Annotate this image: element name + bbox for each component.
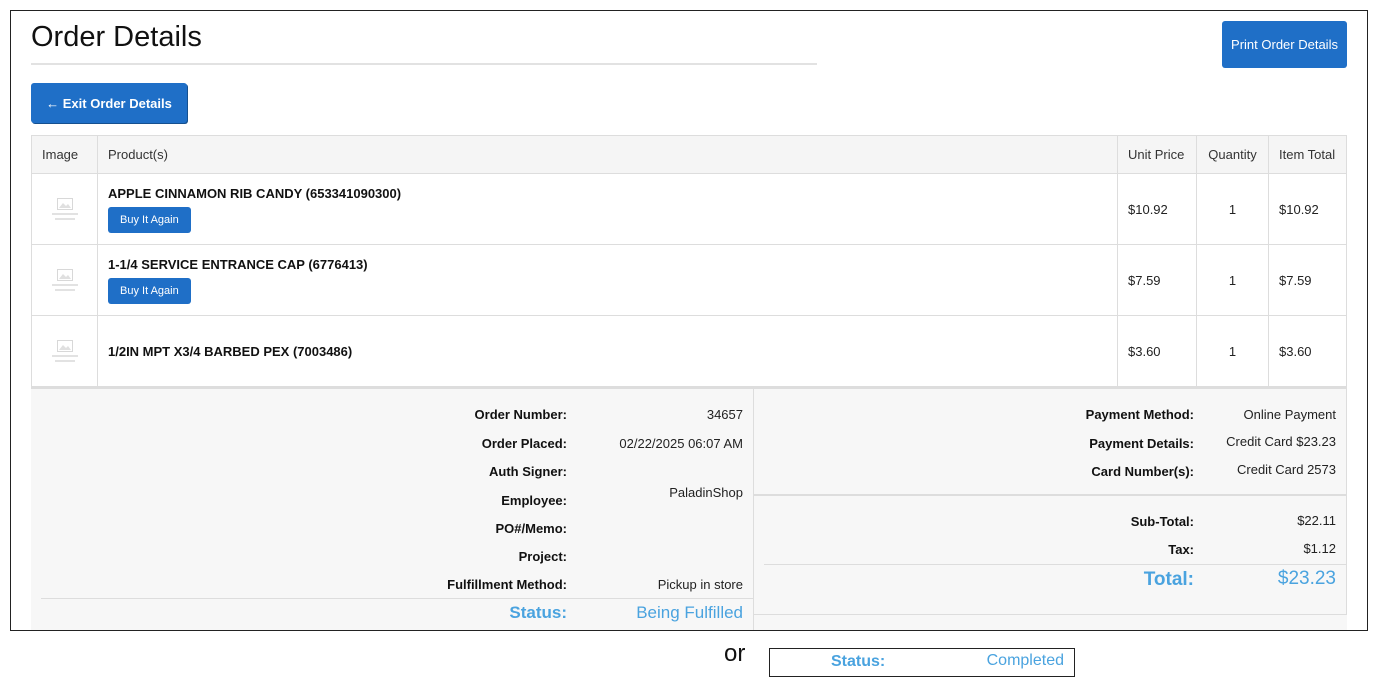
status-row: Status: Being Fulfilled — [31, 603, 753, 625]
status-label: Status: — [509, 603, 567, 622]
payment-details-row: Payment Details: Credit Card $23.23 — [754, 434, 1346, 454]
product-image-cell — [31, 244, 98, 316]
header-quantity: Quantity — [1196, 135, 1269, 174]
fulfillment-method-label: Fulfillment Method: — [447, 577, 567, 592]
product-name: 1-1/4 SERVICE ENTRANCE CAP (6776413) — [108, 256, 368, 272]
alternate-status-label: Status: — [831, 653, 886, 670]
project-label: Project: — [518, 549, 567, 564]
item-total: $10.92 — [1268, 173, 1347, 245]
tax-row: Tax: $1.12 — [754, 541, 1346, 560]
order-number-value: 34657 — [706, 407, 743, 422]
payment-details-value: Credit Card $23.23 — [1226, 434, 1336, 449]
payment-method-value: Online Payment — [1243, 407, 1337, 422]
order-details-panel: Order Details Print Order Details ← Exit… — [10, 10, 1368, 631]
status-value: Being Fulfilled — [636, 603, 743, 622]
alternate-status-box: Status: Completed — [769, 648, 1075, 677]
table-row: 1/2IN MPT X3/4 BARBED PEX (7003486) $3.6… — [31, 315, 1347, 387]
item-total: $7.59 — [1268, 244, 1347, 316]
po-memo-label: PO#/Memo: — [495, 521, 567, 536]
buy-it-again-button[interactable]: Buy It Again — [108, 277, 191, 304]
or-text: or — [724, 640, 746, 667]
payment-divider — [754, 494, 1346, 496]
alternate-status-value: Completed — [986, 652, 1064, 669]
order-placed-row: Order Placed: 02/22/2025 06:07 AM — [31, 436, 753, 454]
unit-price: $10.92 — [1117, 173, 1197, 245]
employee-row: Employee: PaladinShop — [31, 485, 753, 511]
table-header-row: Image Product(s) Unit Price Quantity Ite… — [31, 135, 1347, 174]
order-number-label: Order Number: — [474, 407, 567, 422]
total-label: Total: — [1143, 569, 1194, 590]
payment-method-row: Payment Method: Online Payment — [754, 407, 1346, 425]
image-placeholder-icon — [47, 333, 83, 369]
quantity: 1 — [1196, 315, 1269, 387]
payment-method-label: Payment Method: — [1085, 407, 1194, 422]
header-item-total: Item Total — [1268, 135, 1347, 174]
total-divider — [764, 564, 1346, 565]
title-divider — [31, 63, 817, 65]
auth-signer-row: Auth Signer: — [31, 464, 753, 482]
buy-it-again-button[interactable]: Buy It Again — [108, 206, 191, 233]
quantity: 1 — [1196, 173, 1269, 245]
order-number-row: Order Number: 34657 — [31, 407, 753, 425]
product-cell: 1-1/4 SERVICE ENTRANCE CAP (6776413) Buy… — [97, 244, 1118, 316]
quantity: 1 — [1196, 244, 1269, 316]
order-summary: Order Number: 34657 Order Placed: 02/22/… — [31, 387, 1347, 630]
subtotal-label: Sub-Total: — [1130, 514, 1194, 529]
fulfillment-method-value: Pickup in store — [657, 577, 743, 592]
subtotal-value: $22.11 — [1297, 513, 1336, 528]
employee-label: Employee: — [501, 493, 567, 508]
card-number-row: Card Number(s): Credit Card 2573 — [754, 462, 1346, 482]
po-memo-row: PO#/Memo: — [31, 521, 753, 539]
status-divider — [41, 598, 753, 599]
order-items-table: Image Product(s) Unit Price Quantity Ite… — [31, 135, 1347, 387]
image-placeholder-icon — [47, 262, 83, 298]
header-unit-price: Unit Price — [1117, 135, 1197, 174]
image-placeholder-icon — [47, 191, 83, 227]
exit-order-details-button[interactable]: ← Exit Order Details — [31, 83, 187, 123]
unit-price: $7.59 — [1117, 244, 1197, 316]
card-number-label: Card Number(s): — [1091, 464, 1194, 479]
employee-value: PaladinShop — [669, 485, 743, 500]
total-row: Total: $23.23 — [754, 568, 1346, 595]
payment-panel: Payment Method: Online Payment Payment D… — [754, 389, 1347, 615]
product-cell: 1/2IN MPT X3/4 BARBED PEX (7003486) — [97, 315, 1118, 387]
header-products: Product(s) — [97, 135, 1118, 174]
fulfillment-row: Fulfillment Method: Pickup in store — [31, 577, 753, 595]
payment-details-label: Payment Details: — [1089, 436, 1194, 451]
subtotal-row: Sub-Total: $22.11 — [754, 513, 1346, 532]
product-name: 1/2IN MPT X3/4 BARBED PEX (7003486) — [108, 343, 353, 359]
table-row: APPLE CINNAMON RIB CANDY (653341090300) … — [31, 173, 1347, 245]
header-image: Image — [31, 135, 98, 174]
unit-price: $3.60 — [1117, 315, 1197, 387]
order-placed-value: 02/22/2025 06:07 AM — [619, 436, 743, 451]
print-order-details-button[interactable]: Print Order Details — [1222, 21, 1347, 68]
tax-value: $1.12 — [1303, 541, 1336, 556]
product-cell: APPLE CINNAMON RIB CANDY (653341090300) … — [97, 173, 1118, 245]
product-image-cell — [31, 315, 98, 387]
total-value: $23.23 — [1277, 568, 1336, 589]
project-row: Project: — [31, 549, 753, 567]
page-title: Order Details — [31, 21, 202, 53]
product-image-cell — [31, 173, 98, 245]
order-info-panel: Order Number: 34657 Order Placed: 02/22/… — [31, 389, 754, 630]
table-row: 1-1/4 SERVICE ENTRANCE CAP (6776413) Buy… — [31, 244, 1347, 316]
card-number-value: Credit Card 2573 — [1237, 462, 1336, 477]
auth-signer-label: Auth Signer: — [489, 464, 567, 479]
product-name: APPLE CINNAMON RIB CANDY (653341090300) — [108, 185, 402, 201]
tax-label: Tax: — [1168, 542, 1194, 557]
order-placed-label: Order Placed: — [481, 436, 567, 451]
item-total: $3.60 — [1268, 315, 1347, 387]
